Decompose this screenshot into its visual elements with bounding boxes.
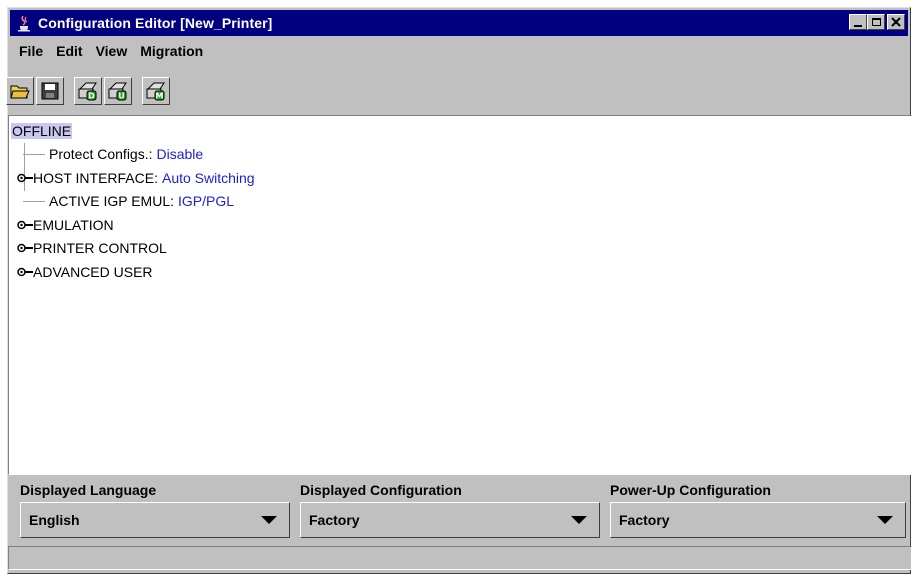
tree-node-label: ACTIVE IGP EMUL: — [49, 193, 174, 210]
printer-upload-icon: U — [108, 82, 127, 101]
close-button[interactable] — [887, 14, 905, 30]
menu-bar: File Edit View Migration — [10, 38, 908, 64]
tree-node-label: EMULATION — [33, 216, 114, 233]
displayed-language-select[interactable]: English — [20, 502, 290, 538]
tree-root[interactable]: OFFLINE — [11, 119, 255, 143]
save-icon — [41, 82, 59, 100]
open-folder-icon — [10, 85, 30, 99]
tree-node-value: IGP/PGL — [178, 193, 235, 210]
title-bar[interactable]: Configuration Editor [New_Printer] — [10, 10, 908, 36]
tree-node-active-igp-emul[interactable]: ACTIVE IGP EMUL: IGP/PGL — [11, 190, 255, 214]
tree-node-advanced-user[interactable]: ADVANCED USER — [11, 260, 255, 284]
tree-node-label: ADVANCED USER — [33, 263, 153, 280]
tree-node-label: PRINTER CONTROL — [33, 240, 167, 257]
tree-node-label: Protect Configs.: — [49, 146, 153, 163]
close-icon — [891, 17, 901, 27]
status-bar — [8, 546, 912, 570]
tree-node-label: HOST INTERFACE: — [33, 169, 158, 186]
tree-node-protect-configs[interactable]: Protect Configs.: Disable — [11, 143, 255, 167]
maximize-icon — [871, 18, 881, 26]
tree-node-printer-control[interactable]: PRINTER CONTROL — [11, 237, 255, 261]
powerup-config-label: Power-Up Configuration — [610, 482, 771, 498]
java-coffee-icon — [14, 13, 34, 33]
tree-node-value: Auto Switching — [161, 169, 255, 186]
config-tree-panel[interactable]: OFFLINE Protect Configs.: Disable HOST I… — [8, 115, 912, 475]
svg-text:U: U — [118, 92, 125, 101]
tree-node-emulation[interactable]: EMULATION — [11, 213, 255, 237]
powerup-config-select[interactable]: Factory — [610, 502, 906, 538]
dropdown-arrow-icon — [261, 516, 277, 524]
open-button[interactable] — [6, 77, 34, 105]
displayed-config-value: Factory — [309, 512, 360, 528]
menu-view[interactable]: View — [96, 43, 128, 59]
maximize-button[interactable] — [867, 14, 885, 30]
menu-edit[interactable]: Edit — [56, 43, 82, 59]
tree-leaf-line — [23, 153, 45, 155]
dropdown-arrow-icon — [877, 516, 893, 524]
tree-node-value: Disable — [156, 146, 204, 163]
config-tree: OFFLINE Protect Configs.: Disable HOST I… — [11, 119, 255, 284]
minimize-button[interactable] — [849, 14, 867, 30]
menu-file[interactable]: File — [19, 43, 43, 59]
tree-root-label: OFFLINE — [11, 122, 73, 139]
printer-download-icon: D — [78, 82, 97, 101]
download-config-button[interactable]: D — [74, 77, 102, 105]
tree-node-host-interface[interactable]: HOST INTERFACE: Auto Switching — [11, 166, 255, 190]
displayed-language-label: Displayed Language — [20, 482, 157, 498]
tree-leaf-line — [23, 200, 45, 202]
menu-migration[interactable]: Migration — [140, 43, 203, 59]
displayed-config-select[interactable]: Factory — [300, 502, 600, 538]
powerup-config-value: Factory — [619, 512, 670, 528]
minimize-icon — [854, 24, 862, 27]
displayed-language-value: English — [29, 512, 80, 528]
dropdown-arrow-icon — [571, 516, 587, 524]
toolbar: D U M — [6, 74, 172, 108]
window-title: Configuration Editor [New_Printer] — [38, 15, 273, 31]
upload-config-button[interactable]: U — [104, 77, 132, 105]
displayed-config-label: Displayed Configuration — [300, 482, 462, 498]
svg-text:M: M — [156, 92, 164, 101]
printer-migrate-icon: M — [146, 82, 165, 101]
migrate-button[interactable]: M — [142, 77, 170, 105]
svg-text:D: D — [88, 92, 95, 101]
save-button[interactable] — [36, 77, 64, 105]
